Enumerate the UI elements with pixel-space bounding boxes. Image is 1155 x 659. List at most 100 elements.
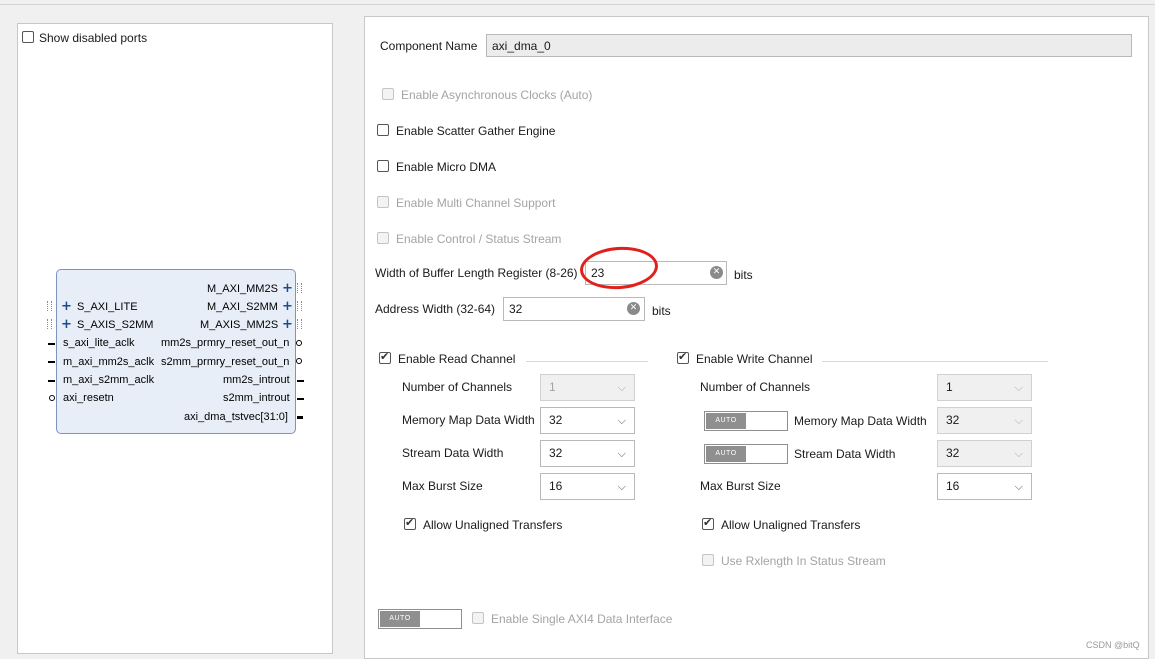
read-max-burst-select[interactable]: 16 ⌵	[540, 473, 635, 500]
address-width-label: Address Width (32-64)	[375, 302, 496, 316]
bus-interface-stub	[47, 319, 52, 329]
multi-channel-checkbox[interactable]	[377, 196, 389, 211]
write-num-channels-select[interactable]: 1 ⌵	[937, 374, 1032, 401]
scatter-gather-checkbox[interactable]	[377, 124, 389, 139]
write-max-burst-select[interactable]: 16 ⌵	[937, 473, 1032, 500]
expand-port-plus-icon[interactable]: +	[282, 282, 293, 295]
pin-axi-resetn: axi_resetn	[63, 392, 114, 404]
async-clocks-checkbox[interactable]	[382, 88, 394, 103]
clear-icon[interactable]: ✕	[710, 266, 723, 279]
bus-interface-stub	[297, 283, 302, 293]
read-max-burst-label: Max Burst Size	[402, 479, 483, 493]
chevron-down-icon: ⌵	[617, 414, 626, 427]
chevron-down-icon: ⌵	[617, 447, 626, 460]
pin-line	[48, 361, 55, 363]
buffer-length-label: Width of Buffer Length Register (8-26)	[375, 266, 578, 280]
read-max-burst-value: 16	[549, 479, 563, 493]
micro-dma-checkbox[interactable]	[377, 160, 389, 175]
read-channel-label: Enable Read Channel	[398, 352, 516, 366]
write-stream-width-auto-toggle[interactable]: AUTO	[704, 444, 788, 464]
address-width-unit: bits	[652, 304, 671, 318]
pin-m-axi-s2mm-aclk: m_axi_s2mm_aclk	[63, 374, 155, 386]
scatter-gather-label: Enable Scatter Gather Engine	[396, 124, 556, 138]
pin-inverted-dot	[296, 340, 302, 346]
read-stream-width-label: Stream Data Width	[402, 446, 504, 460]
pin-line	[297, 380, 304, 382]
expand-port-plus-icon[interactable]: +	[282, 300, 293, 313]
write-channel-label: Enable Write Channel	[696, 352, 813, 366]
chevron-down-icon: ⌵	[1014, 447, 1023, 460]
read-stream-width-select[interactable]: 32 ⌵	[540, 440, 635, 467]
pin-mm2s-introut: mm2s_introut	[223, 374, 290, 386]
read-num-channels-select[interactable]: 1 ⌵	[540, 374, 635, 401]
address-width-field[interactable]: 32	[503, 297, 645, 321]
checkbox-box[interactable]	[22, 31, 34, 43]
read-channel-checkbox[interactable]	[379, 350, 391, 367]
auto-toggle-knob: AUTO	[706, 413, 746, 429]
component-name-field[interactable]: axi_dma_0	[486, 34, 1132, 57]
read-unaligned-label: Allow Unaligned Transfers	[423, 518, 563, 532]
top-divider	[0, 4, 1155, 5]
port-m-axi-mm2s: M_AXI_MM2S	[207, 283, 278, 295]
pin-inverted-dot	[296, 358, 302, 364]
write-num-channels-value: 1	[946, 380, 953, 394]
write-mm-width-label: Memory Map Data Width	[794, 414, 927, 428]
write-mm-width-value: 32	[946, 413, 960, 427]
pin-axi-dma-tstvec: axi_dma_tstvec[31:0]	[184, 411, 288, 423]
write-stream-width-label: Stream Data Width	[794, 447, 896, 461]
pin-line	[48, 380, 55, 382]
read-mm-width-value: 32	[549, 413, 563, 427]
control-status-checkbox[interactable]	[377, 232, 389, 247]
read-mm-width-select[interactable]: 32 ⌵	[540, 407, 635, 434]
bus-interface-stub	[297, 319, 302, 329]
chevron-down-icon: ⌵	[1014, 480, 1023, 493]
pin-m-axi-mm2s-aclk: m_axi_mm2s_aclk	[63, 356, 155, 368]
pin-line	[297, 416, 303, 419]
component-name-label: Component Name	[380, 39, 478, 53]
expand-port-plus-icon[interactable]: +	[61, 318, 72, 331]
pin-s-axi-lite-aclk: s_axi_lite_aclk	[63, 337, 135, 349]
bus-interface-stub	[297, 301, 302, 311]
auto-toggle-knob: AUTO	[380, 611, 420, 627]
expand-port-plus-icon[interactable]: +	[61, 300, 72, 313]
write-max-burst-value: 16	[946, 479, 960, 493]
single-axi4-auto-toggle[interactable]: AUTO	[378, 609, 462, 629]
read-mm-width-label: Memory Map Data Width	[402, 413, 535, 427]
read-unaligned-checkbox[interactable]	[404, 516, 416, 533]
pin-s2mm-introut: s2mm_introut	[223, 392, 290, 404]
write-unaligned-label: Allow Unaligned Transfers	[721, 518, 861, 532]
expand-port-plus-icon[interactable]: +	[282, 318, 293, 331]
micro-dma-label: Enable Micro DMA	[396, 160, 497, 174]
pin-line	[297, 398, 304, 400]
show-disabled-ports-checkbox[interactable]	[22, 31, 34, 46]
multi-channel-label: Enable Multi Channel Support	[396, 196, 556, 210]
read-num-channels-label: Number of Channels	[402, 380, 513, 394]
pin-mm2s-prmry-reset-out-n: mm2s_prmry_reset_out_n	[161, 337, 290, 349]
single-axi4-checkbox[interactable]	[472, 612, 484, 627]
write-stream-width-select[interactable]: 32 ⌵	[937, 440, 1032, 467]
rxlength-checkbox[interactable]	[702, 554, 714, 569]
bus-interface-stub	[47, 301, 52, 311]
read-num-channels-value: 1	[549, 380, 556, 394]
section-divider	[526, 361, 648, 362]
single-axi4-label: Enable Single AXI4 Data Interface	[491, 612, 673, 626]
port-s-axis-s2mm: S_AXIS_S2MM	[77, 319, 154, 331]
chevron-down-icon: ⌵	[617, 381, 626, 394]
watermark-text: CSDN @bitQ	[1086, 640, 1140, 650]
read-stream-width-value: 32	[549, 446, 563, 460]
buffer-length-unit: bits	[734, 268, 753, 282]
control-status-label: Enable Control / Status Stream	[396, 232, 562, 246]
show-disabled-ports-label: Show disabled ports	[39, 31, 148, 45]
clear-icon[interactable]: ✕	[627, 302, 640, 315]
write-unaligned-checkbox[interactable]	[702, 516, 714, 533]
chevron-down-icon: ⌵	[1014, 381, 1023, 394]
port-m-axis-mm2s: M_AXIS_MM2S	[200, 319, 279, 331]
write-mm-width-select[interactable]: 32 ⌵	[937, 407, 1032, 434]
write-channel-checkbox[interactable]	[677, 350, 689, 367]
pin-s2mm-prmry-reset-out-n: s2mm_prmry_reset_out_n	[161, 356, 290, 368]
auto-toggle-knob: AUTO	[706, 446, 746, 462]
chevron-down-icon: ⌵	[617, 480, 626, 493]
port-m-axi-s2mm: M_AXI_S2MM	[207, 301, 278, 313]
write-max-burst-label: Max Burst Size	[700, 479, 781, 493]
write-mm-width-auto-toggle[interactable]: AUTO	[704, 411, 788, 431]
